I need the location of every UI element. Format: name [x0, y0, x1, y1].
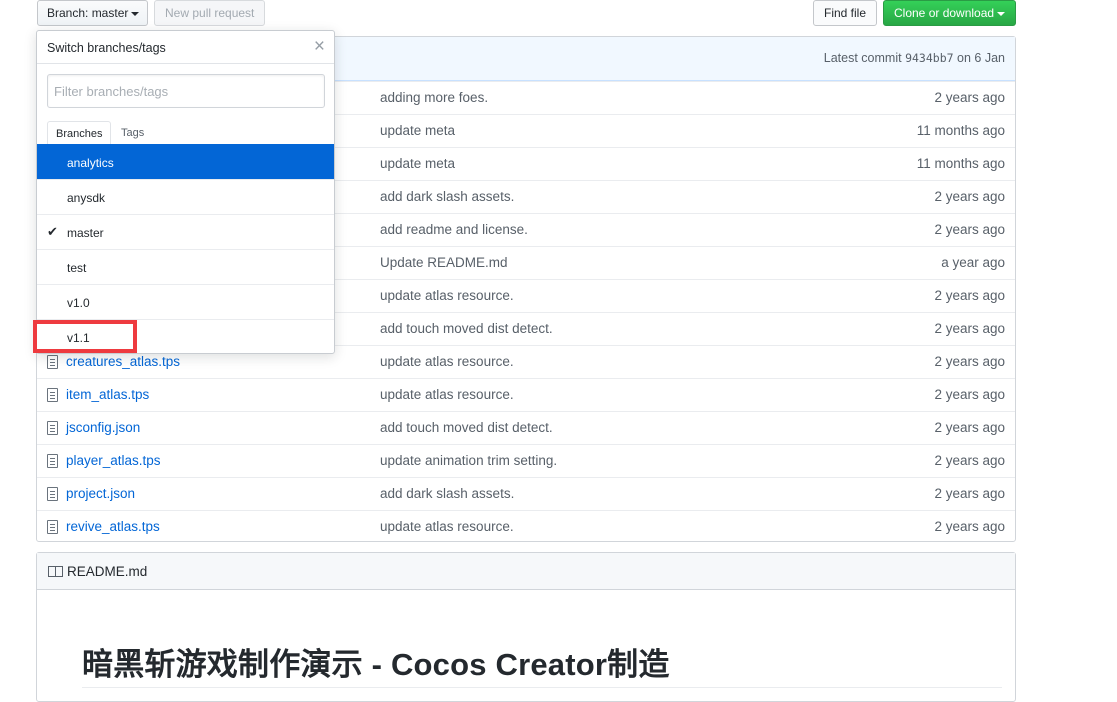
commit-message-link[interactable]: add dark slash assets.	[380, 189, 514, 204]
readme-panel: README.md 暗黑斩游戏制作演示 - Cocos Creator制造	[36, 552, 1016, 702]
file-name-link[interactable]: item_atlas.tps	[66, 387, 149, 402]
commit-message-link[interactable]: update atlas resource.	[380, 519, 514, 534]
find-file-button[interactable]: Find file	[813, 0, 877, 26]
caret-down-icon	[131, 11, 140, 16]
branch-item-label: analytics	[67, 156, 114, 170]
latest-commit-sha[interactable]: 9434bb7	[905, 51, 953, 65]
readme-header: README.md	[37, 553, 1015, 590]
branch-item-label: anysdk	[67, 191, 106, 205]
clone-download-button[interactable]: Clone or download	[883, 0, 1016, 26]
commit-age: 11 months ago	[916, 123, 1005, 138]
book-icon	[48, 566, 63, 577]
readme-filename: README.md	[67, 564, 148, 579]
commit-age: 2 years ago	[934, 486, 1005, 501]
clone-download-label: Clone or download	[894, 6, 995, 20]
commit-message-link[interactable]: add touch moved dist detect.	[380, 321, 553, 336]
commit-age: 2 years ago	[934, 321, 1005, 336]
file-icon	[47, 355, 58, 369]
file-name-link[interactable]: creatures_atlas.tps	[66, 354, 180, 369]
branch-item-label: master	[67, 226, 104, 240]
branch-item-v1-0[interactable]: v1.0	[37, 284, 334, 319]
commit-age: 2 years ago	[934, 189, 1005, 204]
commit-age: 2 years ago	[934, 387, 1005, 402]
latest-commit-info: Latest commit 9434bb7 on 6 Jan	[824, 51, 1005, 65]
branch-select-label: Branch: master	[47, 6, 129, 20]
file-row[interactable]: revive_atlas.tps update atlas resource. 2 …	[37, 510, 1015, 543]
close-icon[interactable]: ×	[314, 36, 325, 58]
branch-item-test[interactable]: test	[37, 249, 334, 284]
branch-item-label: v1.0	[67, 296, 90, 310]
commit-age: 2 years ago	[934, 519, 1005, 534]
commit-age: 2 years ago	[934, 354, 1005, 369]
commit-message-link[interactable]: update atlas resource.	[380, 387, 514, 402]
file-row[interactable]: player_atlas.tps update animation trim se…	[37, 444, 1015, 477]
file-name-link[interactable]: revive_atlas.tps	[66, 519, 160, 534]
file-icon	[47, 421, 58, 435]
commit-message-link[interactable]: adding more foes.	[380, 90, 488, 105]
dropdown-tabs: Branches Tags	[37, 119, 334, 146]
commit-message-link[interactable]: update animation trim setting.	[380, 453, 557, 468]
latest-commit-prefix: Latest commit	[823, 51, 902, 65]
new-pull-request-button[interactable]: New pull request	[154, 0, 265, 26]
check-icon: ✔	[47, 224, 58, 239]
commit-age: 2 years ago	[934, 453, 1005, 468]
tab-branches[interactable]: Branches	[47, 121, 112, 146]
commit-message-link[interactable]: add readme and license.	[380, 222, 528, 237]
file-icon	[47, 520, 58, 534]
branch-select-button[interactable]: Branch: master	[37, 0, 148, 26]
commit-age: a year ago	[941, 255, 1005, 270]
branch-item-label: test	[67, 261, 87, 275]
file-name-link[interactable]: player_atlas.tps	[66, 453, 161, 468]
branch-item-anysdk[interactable]: anysdk	[37, 179, 334, 214]
commit-age: 2 years ago	[934, 420, 1005, 435]
file-name-link[interactable]: jsconfig.json	[66, 420, 140, 435]
caret-down-icon	[997, 11, 1006, 16]
branch-dropdown: Switch branches/tags × Branches Tags ana…	[36, 30, 335, 354]
commit-message-link[interactable]: add dark slash assets.	[380, 486, 514, 501]
dropdown-title: Switch branches/tags	[47, 41, 166, 55]
latest-commit-date: on 6 Jan	[957, 51, 1005, 65]
readme-heading: 暗黑斩游戏制作演示 - Cocos Creator制造	[82, 647, 670, 682]
file-icon	[47, 454, 58, 468]
highlight-box	[33, 320, 137, 353]
file-row[interactable]: project.json add dark slash assets. 2 year…	[37, 477, 1015, 510]
commit-message-link[interactable]: update meta	[380, 123, 455, 138]
dropdown-header: Switch branches/tags ×	[37, 31, 334, 64]
file-name-link[interactable]: project.json	[66, 486, 135, 501]
commit-message-link[interactable]: update meta	[380, 156, 455, 171]
commit-age: 11 months ago	[916, 156, 1005, 171]
file-icon	[47, 487, 58, 501]
readme-heading-rule	[82, 687, 1002, 688]
file-icon	[47, 388, 58, 402]
commit-message-link[interactable]: Update README.md	[380, 255, 508, 270]
branch-item-analytics[interactable]: analytics	[37, 144, 334, 179]
commit-message-link[interactable]: update atlas resource.	[380, 288, 514, 303]
branch-item-master[interactable]: ✔ master	[37, 214, 334, 249]
branch-filter-input[interactable]	[47, 74, 325, 108]
file-row[interactable]: jsconfig.json add touch moved dist detect…	[37, 411, 1015, 444]
commit-message-link[interactable]: update atlas resource.	[380, 354, 514, 369]
commit-message-link[interactable]: add touch moved dist detect.	[380, 420, 553, 435]
commit-age: 2 years ago	[934, 90, 1005, 105]
commit-age: 2 years ago	[934, 222, 1005, 237]
file-row[interactable]: item_atlas.tps update atlas resource. 2 ye…	[37, 378, 1015, 411]
commit-age: 2 years ago	[934, 288, 1005, 303]
tab-tags[interactable]: Tags	[113, 121, 152, 146]
